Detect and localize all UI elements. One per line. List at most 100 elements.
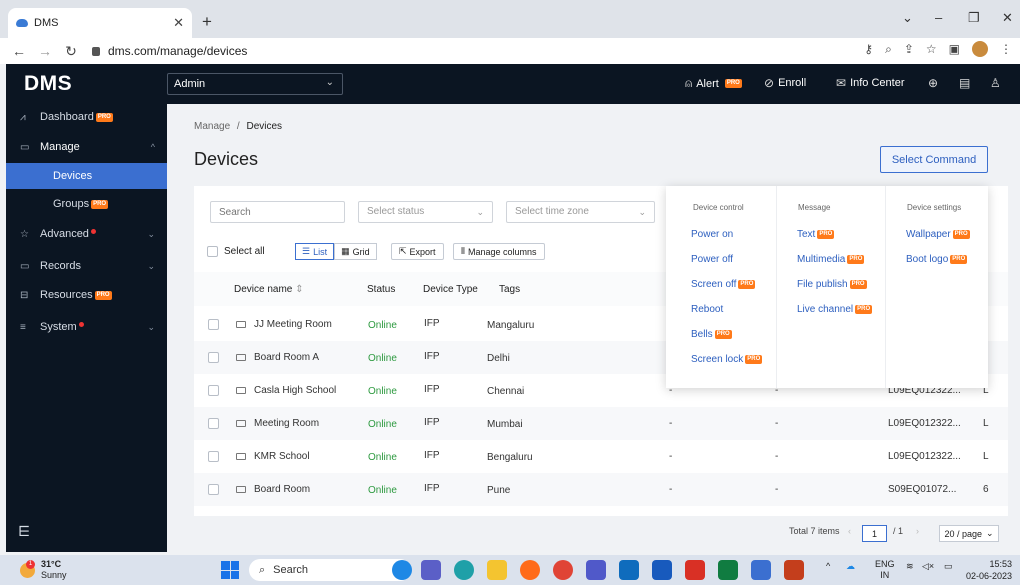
weather-widget[interactable]: 1 31°C Sunny xyxy=(20,559,67,581)
sidebar-item-dashboard[interactable]: ⩘ Dashboard PRO xyxy=(6,104,167,130)
page-input[interactable]: 1 xyxy=(862,525,887,542)
word-icon[interactable] xyxy=(652,560,672,580)
teams-icon[interactable] xyxy=(586,560,606,580)
alert-button[interactable]: ⍝ Alert PRO xyxy=(685,76,742,91)
device-name-cell[interactable]: Board Room xyxy=(236,484,310,495)
app-icon[interactable] xyxy=(751,560,771,580)
table-row[interactable] xyxy=(194,473,1008,506)
bing-icon[interactable] xyxy=(392,560,412,580)
timezone-select[interactable]: Select time zone ⌄ xyxy=(506,201,655,223)
globe-icon[interactable]: ⊕ xyxy=(928,76,938,90)
page-size-select[interactable]: 20 / page ⌄ xyxy=(939,525,999,542)
sort-icon[interactable]: ⇕ xyxy=(295,284,303,295)
minimize-icon[interactable]: – xyxy=(935,10,942,25)
share-icon[interactable]: ⇪ xyxy=(904,42,914,56)
grid-view-button[interactable]: ▦ Grid xyxy=(334,243,377,260)
device-name-cell[interactable]: Casla High School xyxy=(236,385,336,396)
close-tab-icon[interactable]: ✕ xyxy=(173,15,184,31)
table-row[interactable] xyxy=(194,440,1008,473)
cmd-power-on[interactable]: Power on xyxy=(691,229,733,240)
row-checkbox[interactable] xyxy=(208,319,219,330)
search-input[interactable] xyxy=(210,201,345,223)
wifi-icon[interactable]: ≋ xyxy=(906,561,914,572)
col-device-name[interactable]: Device name ⇕ xyxy=(234,284,304,295)
back-icon[interactable]: ← xyxy=(12,43,26,59)
sidepanel-icon[interactable]: ▣ xyxy=(949,42,960,56)
close-window-icon[interactable]: ✕ xyxy=(1002,10,1013,26)
status-select[interactable]: Select status ⌄ xyxy=(358,201,493,223)
cmd-screen-lock[interactable]: Screen lock PRO xyxy=(691,354,763,365)
chrome-icon[interactable] xyxy=(553,560,573,580)
clock[interactable]: 15:53 02-06-2023 xyxy=(966,558,1012,582)
windows-start-icon[interactable] xyxy=(221,561,239,579)
key-icon[interactable]: ⚷ xyxy=(864,42,873,56)
sidebar-item-groups[interactable]: Groups PRO xyxy=(6,191,167,217)
row-checkbox[interactable] xyxy=(208,451,219,462)
star-icon[interactable]: ☆ xyxy=(926,42,937,56)
export-button[interactable]: ⇱ Export xyxy=(391,243,444,260)
sidebar-item-advanced[interactable]: ☆ Advanced ⌄ xyxy=(6,221,167,247)
new-tab-icon[interactable]: + xyxy=(202,12,212,32)
powerpoint-icon[interactable] xyxy=(784,560,804,580)
browser-tab[interactable]: DMS ✕ xyxy=(8,8,192,38)
edge-icon[interactable] xyxy=(454,560,474,580)
device-name-cell[interactable]: KMR School xyxy=(236,451,310,462)
device-name-cell[interactable]: Board Room A xyxy=(236,352,319,363)
manage-columns-button[interactable]: ⦀ Manage columns xyxy=(453,243,545,260)
cmd-text[interactable]: Text PRO xyxy=(797,229,835,240)
battery-icon[interactable]: ▭ xyxy=(944,561,953,572)
cmd-file-publish[interactable]: File publish PRO xyxy=(797,279,867,290)
sidebar-item-records[interactable]: ▭ Records ⌄ xyxy=(6,253,167,279)
cmd-multimedia[interactable]: Multimedia PRO xyxy=(797,254,865,265)
cmd-reboot[interactable]: Reboot xyxy=(691,304,723,315)
outlook-icon[interactable] xyxy=(619,560,639,580)
zoom-icon[interactable]: ⌕ xyxy=(885,42,892,57)
list-view-button[interactable]: ☰ List xyxy=(295,243,335,260)
cmd-power-off[interactable]: Power off xyxy=(691,254,733,265)
row-checkbox[interactable] xyxy=(208,418,219,429)
file-explorer-icon[interactable] xyxy=(487,560,507,580)
reload-icon[interactable]: ↻ xyxy=(64,43,78,60)
tab-search-icon[interactable]: ⌄ xyxy=(902,10,913,26)
volume-icon[interactable]: ◁× xyxy=(922,561,934,572)
select-all[interactable]: Select all xyxy=(207,246,265,257)
taskbar-search[interactable]: ⌕ Search xyxy=(249,559,411,581)
prev-page-icon[interactable]: ‹ xyxy=(848,526,851,536)
profile-avatar[interactable] xyxy=(972,41,988,57)
cmd-wallpaper[interactable]: Wallpaper PRO xyxy=(906,229,970,240)
language-indicator[interactable]: ENG IN xyxy=(875,559,895,581)
select-all-checkbox[interactable] xyxy=(207,246,218,257)
breadcrumb-manage[interactable]: Manage xyxy=(194,121,230,132)
excel-icon[interactable] xyxy=(718,560,738,580)
select-command-button[interactable]: Select Command xyxy=(880,146,988,173)
info-center-button[interactable]: ✉ Info Center xyxy=(836,76,904,90)
next-page-icon[interactable]: › xyxy=(916,526,919,536)
maximize-icon[interactable]: ❐ xyxy=(968,10,980,26)
device-name-cell[interactable]: JJ Meeting Room xyxy=(236,319,332,330)
user-icon[interactable]: ♙ xyxy=(990,76,1001,90)
row-checkbox[interactable] xyxy=(208,352,219,363)
url-field[interactable]: dms.com/manage/devices xyxy=(92,44,247,58)
device-name-cell[interactable]: Meeting Room xyxy=(236,418,319,429)
sidebar-item-devices[interactable]: Devices xyxy=(6,163,167,189)
meet-icon[interactable] xyxy=(421,560,441,580)
sidebar-item-resources[interactable]: ⊟ Resources PRO xyxy=(6,282,167,308)
acrobat-icon[interactable] xyxy=(685,560,705,580)
forward-icon[interactable]: → xyxy=(38,43,52,59)
tenant-select[interactable]: Admin ⌄ xyxy=(167,73,343,95)
cmd-live-channel[interactable]: Live channel PRO xyxy=(797,304,873,315)
cmd-bells[interactable]: Bells PRO xyxy=(691,329,732,340)
row-checkbox[interactable] xyxy=(208,484,219,495)
row-checkbox[interactable] xyxy=(208,385,219,396)
sidebar-item-manage[interactable]: ▭ Manage ^ xyxy=(6,134,167,160)
cmd-screen-off[interactable]: Screen off PRO xyxy=(691,279,756,290)
collapse-menu-icon[interactable]: ⋿ xyxy=(18,523,30,540)
enroll-button[interactable]: ⊘ Enroll xyxy=(764,76,806,90)
onedrive-icon[interactable]: ☁ xyxy=(846,561,855,572)
tray-expand-icon[interactable]: ^ xyxy=(826,561,830,571)
sidebar-item-system[interactable]: ≡ System ⌄ xyxy=(6,314,167,340)
menu-icon[interactable]: ⋮ xyxy=(1000,42,1012,56)
cmd-boot-logo[interactable]: Boot logo PRO xyxy=(906,254,968,265)
firefox-icon[interactable] xyxy=(520,560,540,580)
message-icon[interactable]: ▤ xyxy=(959,76,970,90)
